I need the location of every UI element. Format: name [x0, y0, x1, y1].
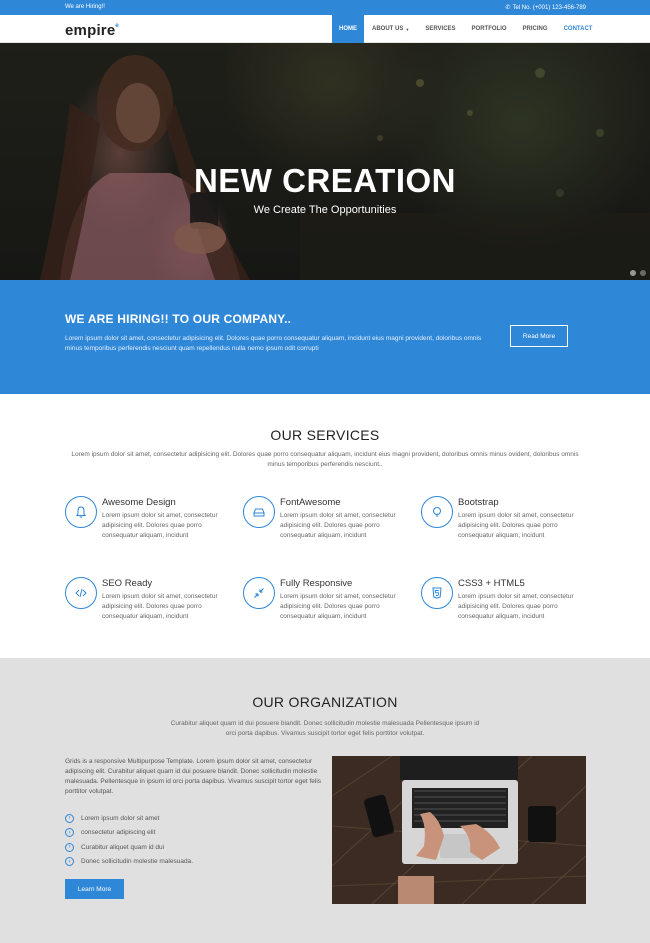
chevron-right-icon: ›	[65, 842, 74, 852]
nav-pricing[interactable]: PRICING	[515, 15, 556, 43]
phone-icon: ✆	[505, 5, 511, 11]
service-card: Awesome Design Lorem ipsum dolor sit ame…	[65, 496, 235, 556]
services-title: OUR SERVICES	[270, 427, 380, 443]
nav-about-label: ABOUT US	[372, 26, 404, 32]
nav-contact[interactable]: CONTACT	[556, 15, 601, 43]
service-card: Bootstrap Lorem ipsum dolor sit amet, co…	[421, 496, 591, 556]
nav-services[interactable]: SERVICES	[417, 15, 463, 43]
logo-text: empire	[65, 22, 116, 39]
hiring-notice: We are Hiring!!	[65, 4, 105, 10]
drive-icon	[243, 496, 275, 528]
services-description: Lorem ipsum dolor sit amet, consectetur …	[71, 451, 579, 468]
bell-icon	[65, 496, 97, 528]
organization-title: OUR ORGANIZATION	[252, 694, 398, 710]
compress-icon	[243, 577, 275, 609]
service-card: SEO Ready Lorem ipsum dolor sit amet, co…	[65, 577, 235, 637]
list-item-label: Lorem ipsum dolor sit amet	[81, 814, 160, 822]
slider-dot[interactable]	[630, 270, 636, 276]
learn-more-button[interactable]: Learn More	[65, 879, 124, 899]
hiring-section: WE ARE HIRING!! TO OUR COMPANY.. Lorem i…	[0, 280, 650, 394]
list-item: › Curabitur aliquet quam id dui	[65, 840, 193, 855]
hiring-text: Lorem ipsum dolor sit amet, consectetur …	[65, 335, 482, 352]
phone-contact: ✆ Tel No. (+001) 123-456-789	[505, 4, 586, 11]
nav-pricing-label: PRICING	[522, 26, 548, 32]
service-text: Lorem ipsum dolor sit amet, consectetur …	[280, 593, 396, 620]
organization-paragraph: Grids is a responsive Multipurpose Templ…	[65, 758, 322, 795]
organization-list: › Lorem ipsum dolor sit amet › consectetur…	[65, 811, 193, 869]
site-logo[interactable]: empireᵉ	[65, 21, 119, 39]
service-text: Lorem ipsum dolor sit amet, consectetur …	[458, 512, 574, 539]
service-text: Lorem ipsum dolor sit amet, consectetur …	[280, 512, 396, 539]
service-title: CSS3 + HTML5	[458, 578, 525, 589]
laptop-photo	[332, 756, 586, 904]
logo-mark: ᵉ	[115, 21, 119, 31]
main-navbar: empireᵉ HOME ABOUT US ▼ SERVICES PORTFOLI…	[0, 15, 650, 43]
service-card: CSS3 + HTML5 Lorem ipsum dolor sit amet,…	[421, 577, 591, 637]
nav-menu: HOME ABOUT US ▼ SERVICES PORTFOLIO PRICIN…	[332, 15, 600, 43]
lightbulb-icon	[421, 496, 453, 528]
service-text: Lorem ipsum dolor sit amet, consectetur …	[102, 512, 218, 539]
chevron-right-icon: ›	[65, 813, 74, 823]
slider-dots	[630, 270, 646, 276]
code-icon	[65, 577, 97, 609]
html5-icon	[421, 577, 453, 609]
list-item-label: Donec sollicitudin molestie malesuada.	[81, 858, 194, 866]
service-title: Awesome Design	[102, 497, 176, 508]
list-item: › Lorem ipsum dolor sit amet	[65, 811, 193, 826]
phone-number: Tel No. (+001) 123-456-789	[512, 5, 586, 11]
list-item: › consectetur adipiscing elit	[65, 826, 193, 841]
organization-lead: Curabitur aliquet quam id dui posuere bl…	[170, 720, 480, 737]
nav-portfolio[interactable]: PORTFOLIO	[464, 15, 515, 43]
nav-portfolio-label: PORTFOLIO	[471, 26, 507, 32]
nav-home-label: HOME	[339, 26, 357, 32]
nav-services-label: SERVICES	[425, 26, 456, 32]
caret-down-icon: ▼	[405, 26, 410, 32]
hero-title: NEW CREATION	[193, 162, 457, 199]
service-text: Lorem ipsum dolor sit amet, consectetur …	[102, 593, 218, 620]
hiring-title: WE ARE HIRING!! TO OUR COMPANY..	[65, 312, 292, 326]
hero-banner: NEW CREATION We Create The Opportunities	[0, 43, 650, 280]
service-title: FontAwesome	[280, 497, 341, 508]
service-title: SEO Ready	[102, 578, 153, 589]
slider-dot[interactable]	[640, 270, 646, 276]
nav-home[interactable]: HOME	[332, 15, 364, 43]
hero-subtitle: We Create The Opportunities	[253, 204, 397, 216]
organization-section: OUR ORGANIZATION Curabitur aliquet quam …	[0, 658, 650, 943]
service-title: Bootstrap	[458, 497, 499, 508]
chevron-right-icon: ›	[65, 828, 74, 838]
read-more-button[interactable]: Read More	[510, 325, 568, 347]
service-title: Fully Responsive	[280, 578, 353, 589]
top-bar: We are Hiring!! ✆ Tel No. (+001) 123-456-…	[0, 0, 650, 15]
list-item-label: consectetur adipiscing elit	[81, 829, 156, 837]
service-card: Fully Responsive Lorem ipsum dolor sit a…	[243, 577, 413, 637]
service-card: FontAwesome Lorem ipsum dolor sit amet, …	[243, 496, 413, 556]
nav-about-us[interactable]: ABOUT US ▼	[364, 15, 417, 43]
nav-contact-label: CONTACT	[563, 26, 593, 32]
list-item: › Donec sollicitudin molestie malesuada.	[65, 855, 193, 870]
chevron-right-icon: ›	[65, 857, 74, 867]
service-text: Lorem ipsum dolor sit amet, consectetur …	[458, 593, 574, 620]
list-item-label: Curabitur aliquet quam id dui	[81, 843, 165, 851]
